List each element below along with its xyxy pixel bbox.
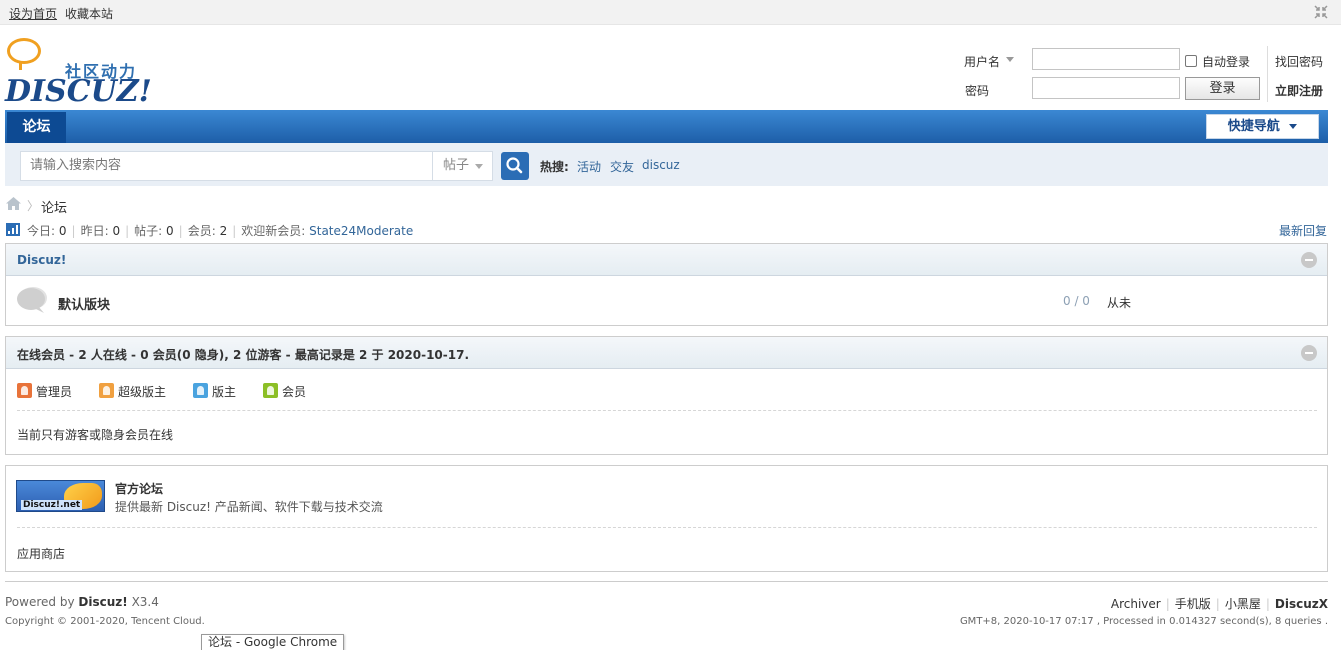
admin-user-icon — [17, 383, 32, 398]
server-info: GMT+8, 2020-10-17 07:17 , Processed in 0… — [959, 616, 1328, 627]
powered-name-link[interactable]: Discuz! — [78, 595, 127, 609]
members-label: 会员: — [187, 224, 216, 238]
auto-login-checkbox[interactable] — [1185, 55, 1197, 67]
top-bar: 设为首页 收藏本站 — [0, 0, 1341, 25]
collapse-icon[interactable] — [1301, 252, 1317, 268]
forum-counts: 0 / 0 — [1063, 294, 1090, 308]
mobile-link[interactable]: 手机版 — [1175, 597, 1211, 611]
divider — [17, 527, 1317, 528]
hot-search-item[interactable]: 交友 — [610, 158, 634, 175]
window-tooltip: 论坛 - Google Chrome — [201, 634, 345, 650]
discuz-net-logo-text: Discuz!.net — [21, 500, 83, 510]
role-admin: 管理员 — [36, 385, 73, 399]
chevron-down-icon[interactable] — [1006, 57, 1014, 62]
newest-member-link[interactable]: State24Moderate — [309, 224, 413, 238]
search-bar: 请输入搜索内容 帖子 热搜: 活动 交友 discuz — [5, 143, 1328, 186]
welcome-label: 欢迎新会员: — [241, 224, 306, 238]
category-header: Discuz! — [6, 244, 1327, 276]
powered-prefix: Powered by — [5, 595, 75, 609]
blacklist-link[interactable]: 小黑屋 — [1225, 597, 1261, 611]
auto-login-label: 自动登录 — [1202, 55, 1251, 69]
quick-nav-button[interactable]: 快捷导航 — [1206, 114, 1319, 139]
discuzx-link[interactable]: DiscuzX — [1275, 597, 1328, 611]
forum-bubble-icon — [17, 287, 47, 313]
search-button[interactable] — [501, 152, 529, 180]
version: X3.4 — [131, 595, 159, 609]
search-type-select[interactable]: 帖子 — [432, 151, 493, 181]
forum-name-link[interactable]: 默认版块 — [58, 294, 110, 313]
quick-nav-label: 快捷导航 — [1227, 119, 1280, 134]
discuz-logo[interactable]: 社区动力 DISCUZ! — [5, 38, 152, 109]
username-input[interactable] — [1032, 48, 1180, 70]
home-icon[interactable] — [6, 197, 21, 210]
moderator-user-icon — [193, 383, 208, 398]
online-title: 在线会员 - 2 人在线 - 0 会员(0 隐身), 2 位游客 - 最高记录是… — [17, 348, 470, 362]
hot-search-item[interactable]: 活动 — [577, 158, 601, 175]
members-count: 2 — [219, 224, 228, 238]
triangle-down-icon — [1289, 124, 1298, 129]
forgot-password-link[interactable]: 找回密码 — [1275, 53, 1323, 70]
footer-links: Archiver | 手机版 | 小黑屋 | DiscuzX — [1110, 597, 1328, 611]
posts-label: 帖子: — [134, 224, 163, 238]
divider — [17, 410, 1317, 411]
friend-links-box: Discuz!.net 官方论坛 提供最新 Discuz! 产品新闻、软件下载与… — [5, 465, 1328, 572]
role-super-moderator: 超级版主 — [118, 385, 167, 399]
today-count: 0 — [58, 224, 67, 238]
today-label: 今日: — [27, 224, 56, 238]
search-type-value: 帖子 — [443, 158, 470, 173]
copyright: Copyright © 2001-2020, Tencent Cloud. — [5, 616, 205, 627]
powered-by: Powered by Discuz! X3.4 — [5, 595, 159, 609]
hot-search-label: 热搜: — [540, 160, 569, 174]
yesterday-count: 0 — [112, 224, 121, 238]
official-forum-desc: 提供最新 Discuz! 产品新闻、软件下载与技术交流 — [115, 500, 383, 514]
bookmark-site-link[interactable]: 收藏本站 — [65, 5, 113, 22]
yesterday-label: 昨日: — [80, 224, 109, 238]
set-homepage-link[interactable]: 设为首页 — [9, 5, 57, 22]
hot-search-item[interactable]: discuz — [642, 158, 680, 172]
speech-bubble-icon — [7, 38, 41, 64]
role-moderator: 版主 — [212, 385, 237, 399]
login-divider — [1267, 46, 1268, 102]
super-moderator-user-icon — [99, 383, 114, 398]
posts-count: 0 — [166, 224, 174, 238]
forum-last-post: 从未 — [1107, 296, 1132, 310]
bar-chart-icon — [6, 223, 20, 236]
collapse-arrows-icon[interactable] — [1313, 4, 1329, 20]
password-label: 密码 — [965, 84, 990, 98]
member-user-icon — [263, 383, 278, 398]
collapse-icon[interactable] — [1301, 345, 1317, 361]
app-store-link[interactable]: 应用商店 — [17, 545, 65, 562]
login-button[interactable]: 登录 — [1185, 77, 1260, 100]
main-nav: 论坛 快捷导航 — [5, 110, 1328, 143]
username-label: 用户名 — [964, 55, 1001, 69]
forum-stats: 今日: 0 | 昨日: 0 | 帖子: 0 | 会员: 2 | 欢迎新会员: State24Mo… — [27, 224, 414, 238]
category-title[interactable]: Discuz! — [17, 253, 66, 267]
logo-wordmark: DISCUZ! — [5, 74, 152, 109]
tab-forum[interactable]: 论坛 — [7, 112, 66, 143]
archiver-link[interactable]: Archiver — [1111, 597, 1161, 611]
footer-divider — [5, 581, 1328, 582]
speech-bubble-tail — [19, 62, 25, 70]
chevron-down-icon — [475, 164, 483, 169]
role-member: 会员 — [282, 385, 307, 399]
category-box: Discuz! 默认版块 0 / 0 从未 — [5, 243, 1328, 326]
online-header: 在线会员 - 2 人在线 - 0 会员(0 隐身), 2 位游客 - 最高记录是… — [6, 337, 1327, 369]
online-note: 当前只有游客或隐身会员在线 — [17, 428, 174, 442]
discuz-net-logo[interactable]: Discuz!.net — [16, 480, 105, 512]
breadcrumb-forum[interactable]: 论坛 — [41, 197, 67, 216]
online-members-box: 在线会员 - 2 人在线 - 0 会员(0 隐身), 2 位游客 - 最高记录是… — [5, 336, 1328, 455]
password-input[interactable] — [1032, 77, 1180, 99]
official-forum-link[interactable]: 官方论坛 — [115, 480, 163, 497]
latest-reply-link[interactable]: 最新回复 — [1279, 222, 1327, 239]
search-input[interactable]: 请输入搜索内容 — [20, 151, 433, 181]
register-link[interactable]: 立即注册 — [1275, 82, 1323, 99]
search-icon — [506, 157, 523, 174]
breadcrumb-separator: 〉 — [27, 199, 40, 213]
